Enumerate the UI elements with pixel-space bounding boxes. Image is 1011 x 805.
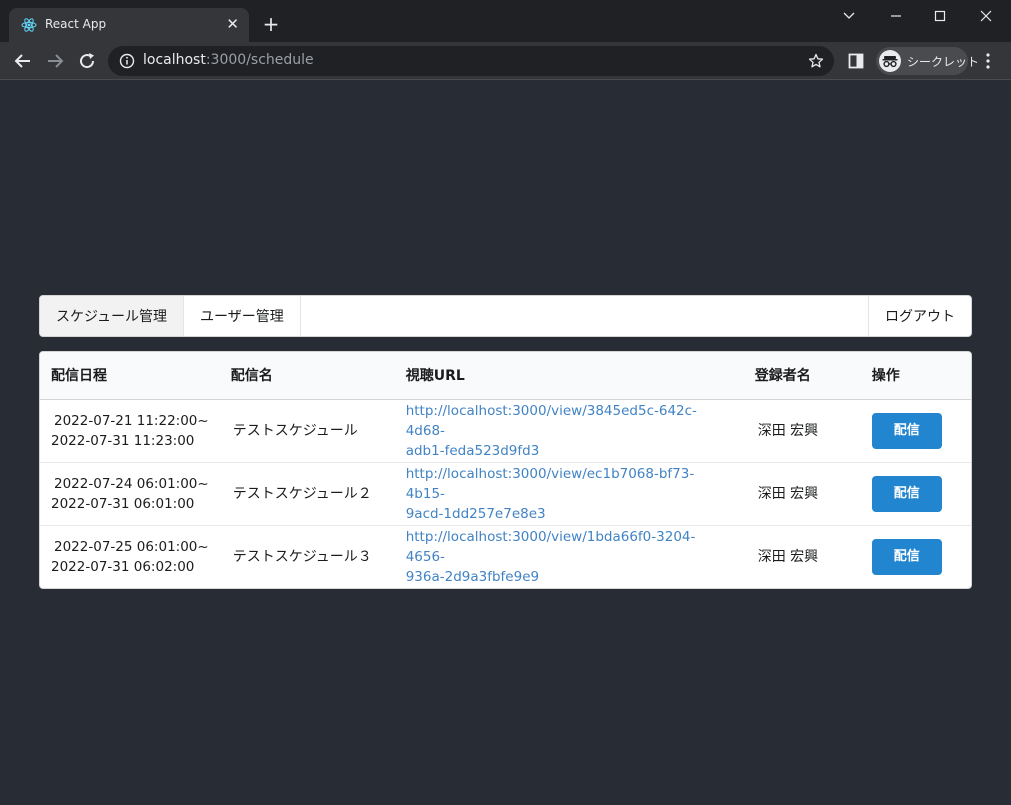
- browser-toolbar: localhost:3000/schedule シークレット: [0, 42, 1011, 80]
- end-datetime: 2022-07-31 06:02:00: [51, 558, 195, 575]
- registrant-cell: 深田 宏興: [757, 548, 819, 565]
- end-datetime: 2022-07-31 11:23:00: [51, 432, 195, 449]
- table-row: 2022-07-25 06:01:00~ 2022-07-31 06:02:00…: [40, 525, 971, 588]
- deliver-button[interactable]: 配信: [871, 412, 942, 449]
- start-datetime: 2022-07-24 06:01:00~: [54, 475, 209, 492]
- side-panel-icon[interactable]: [848, 53, 864, 69]
- menu-spacer: [301, 296, 868, 336]
- window-close-icon[interactable]: [975, 6, 997, 26]
- menu-item-logout[interactable]: ログアウト: [868, 296, 971, 336]
- incognito-badge[interactable]: シークレット: [876, 47, 979, 75]
- view-url-line2: 9acd-1dd257e7e8e3: [405, 505, 546, 522]
- table-row: 2022-07-21 11:22:00~ 2022-07-31 11:23:00…: [40, 399, 971, 462]
- end-datetime: 2022-07-31 06:01:00: [51, 495, 195, 512]
- header-view-url: 視聴URL: [405, 368, 465, 385]
- url-host: localhost: [143, 52, 206, 68]
- tab-close-icon[interactable]: ✕: [226, 16, 239, 32]
- view-url-link[interactable]: http://localhost:3000/view/1bda66f0-3204…: [395, 525, 744, 588]
- view-url-link[interactable]: http://localhost:3000/view/ec1b7068-bf73…: [395, 462, 744, 525]
- browser-tab[interactable]: React App ✕: [9, 8, 249, 42]
- view-url-line2: adb1-feda523d9fd3: [405, 442, 540, 459]
- forward-arrow-icon[interactable]: [45, 51, 65, 71]
- view-url-line1: http://localhost:3000/view/3845ed5c-642c…: [405, 402, 697, 439]
- minimize-icon[interactable]: [885, 6, 907, 26]
- kebab-menu-icon[interactable]: [980, 52, 996, 70]
- react-logo-icon: [21, 18, 37, 32]
- menu-item-schedule[interactable]: スケジュール管理: [40, 296, 185, 336]
- app-menu: スケジュール管理 ユーザー管理 ログアウト: [39, 295, 972, 337]
- maximize-icon[interactable]: [929, 6, 951, 26]
- new-tab-icon[interactable]: +: [261, 14, 281, 34]
- actions-cell: 配信: [861, 399, 971, 462]
- stream-name-cell: テストスケジュール３: [232, 548, 372, 565]
- registrant-cell: 深田 宏興: [757, 422, 819, 439]
- menu-item-users[interactable]: ユーザー管理: [184, 296, 301, 336]
- tab-title: React App: [45, 17, 107, 31]
- back-arrow-icon[interactable]: [13, 51, 33, 71]
- browser-titlebar: React App ✕ +: [0, 0, 1011, 42]
- site-info-icon[interactable]: [119, 53, 135, 69]
- actions-cell: 配信: [861, 462, 971, 525]
- schedule-period-cell: 2022-07-21 11:22:00~ 2022-07-31 11:23:00: [40, 399, 220, 462]
- view-url-line1: http://localhost:3000/view/ec1b7068-bf73…: [405, 465, 695, 502]
- header-actions: 操作: [871, 368, 900, 385]
- address-bar[interactable]: localhost:3000/schedule: [108, 46, 834, 76]
- view-url-line2: 936a-2d9a3fbfe9e9: [405, 568, 540, 585]
- tab-search-chevron-icon[interactable]: [838, 6, 860, 26]
- schedule-table: 配信日程 配信名 視聴URL 登録者名 操作 2022-07-21 11:22:…: [39, 351, 972, 589]
- url-path: :3000/schedule: [205, 52, 314, 68]
- url-text: localhost:3000/schedule: [143, 52, 314, 68]
- header-registrant: 登録者名: [754, 368, 811, 385]
- reload-icon[interactable]: [77, 51, 97, 71]
- table-header-row: 配信日程 配信名 視聴URL 登録者名 操作: [40, 352, 971, 399]
- stream-name-cell: テストスケジュール: [232, 422, 358, 439]
- incognito-label: シークレット: [907, 55, 980, 69]
- schedule-period-cell: 2022-07-24 06:01:00~ 2022-07-31 06:01:00: [40, 462, 220, 525]
- stream-name-cell: テストスケジュール２: [232, 485, 372, 502]
- incognito-icon: [879, 50, 901, 72]
- deliver-button[interactable]: 配信: [871, 538, 942, 575]
- table-row: 2022-07-24 06:01:00~ 2022-07-31 06:01:00…: [40, 462, 971, 525]
- bookmark-star-icon[interactable]: [808, 53, 824, 69]
- actions-cell: 配信: [861, 525, 971, 588]
- header-stream-name: 配信名: [230, 368, 273, 385]
- deliver-button[interactable]: 配信: [871, 475, 942, 512]
- start-datetime: 2022-07-21 11:22:00~: [54, 412, 209, 429]
- view-url-link[interactable]: http://localhost:3000/view/3845ed5c-642c…: [395, 399, 744, 462]
- view-url-line1: http://localhost:3000/view/1bda66f0-3204…: [405, 528, 696, 565]
- header-schedule-period: 配信日程: [51, 368, 107, 385]
- start-datetime: 2022-07-25 06:01:00~: [54, 538, 209, 555]
- schedule-period-cell: 2022-07-25 06:01:00~ 2022-07-31 06:02:00: [40, 525, 220, 588]
- registrant-cell: 深田 宏興: [757, 485, 819, 502]
